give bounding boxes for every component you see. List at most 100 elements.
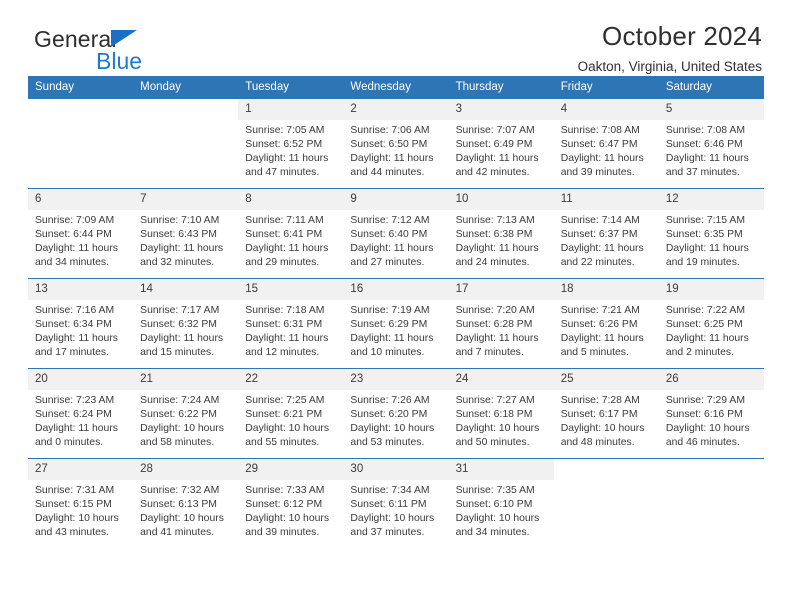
calendar-day-cell[interactable]: 6 Sunrise: 7:09 AM Sunset: 6:44 PM Daylight… (28, 188, 134, 279)
calendar-day-cell[interactable]: 15 Sunrise: 7:18 AM Sunset: 6:31 PM Dayligh… (238, 278, 344, 369)
calendar-day-cell[interactable]: 21 Sunrise: 7:24 AM Sunset: 6:22 PM Dayligh… (133, 368, 239, 459)
calendar-day-cell[interactable]: 2 Sunrise: 7:06 AM Sunset: 6:50 PM Daylight… (343, 99, 449, 189)
day-number: 30 (343, 459, 449, 480)
calendar-day-cell[interactable]: 4 Sunrise: 7:08 AM Sunset: 6:47 PM Daylight… (553, 99, 659, 189)
sunset-time: Sunset: 6:12 PM (245, 499, 323, 511)
sunset-time: Sunset: 6:26 PM (560, 319, 638, 331)
day-number: 10 (448, 189, 554, 210)
day-content: 16 Sunrise: 7:19 AM Sunset: 6:29 PM Dayligh… (343, 279, 449, 368)
daylight-duration: Daylight: 10 hours and 43 minutes. (35, 513, 119, 539)
sunset-time: Sunset: 6:21 PM (245, 409, 323, 421)
day-content: 11 Sunrise: 7:14 AM Sunset: 6:37 PM Dayligh… (553, 189, 659, 278)
general-blue-logo[interactable]: General Blue (34, 26, 234, 78)
day-content: 22 Sunrise: 7:25 AM Sunset: 6:21 PM Dayligh… (238, 369, 344, 458)
daylight-duration: Daylight: 11 hours and 22 minutes. (560, 243, 644, 269)
sun-times: Sunrise: 7:09 AM Sunset: 6:44 PM Daylight:… (28, 210, 133, 270)
calendar-day-cell[interactable]: 14 Sunrise: 7:17 AM Sunset: 6:32 PM Dayligh… (133, 278, 239, 369)
sunset-time: Sunset: 6:49 PM (455, 139, 533, 151)
sun-times: Sunrise: 7:21 AM Sunset: 6:26 PM Daylight:… (554, 300, 659, 360)
sunrise-time: Sunrise: 7:07 AM (455, 125, 535, 136)
sun-times: Sunrise: 7:33 AM Sunset: 6:12 PM Daylight:… (238, 480, 343, 540)
daylight-duration: Daylight: 11 hours and 24 minutes. (455, 243, 539, 269)
calendar-page: General Blue October 2024 Oakton, Virgin… (0, 0, 792, 612)
sunset-time: Sunset: 6:25 PM (665, 319, 743, 331)
day-number: 20 (28, 369, 134, 390)
calendar-day-cell[interactable]: 18 Sunrise: 7:21 AM Sunset: 6:26 PM Dayligh… (553, 278, 659, 369)
logo-text-blue: Blue (96, 48, 143, 74)
calendar-week-row: 1 Sunrise: 7:05 AM Sunset: 6:52 PM Daylight… (28, 99, 764, 189)
sunrise-time: Sunrise: 7:34 AM (350, 485, 430, 496)
calendar-day-cell[interactable]: 19 Sunrise: 7:22 AM Sunset: 6:25 PM Dayligh… (658, 278, 764, 369)
empty-day (28, 99, 133, 188)
sunset-time: Sunset: 6:28 PM (455, 319, 533, 331)
calendar-day-cell[interactable]: 30 Sunrise: 7:34 AM Sunset: 6:11 PM Dayligh… (343, 458, 449, 548)
sun-times: Sunrise: 7:16 AM Sunset: 6:34 PM Daylight:… (28, 300, 133, 360)
day-content: 6 Sunrise: 7:09 AM Sunset: 6:44 PM Daylight… (28, 189, 134, 278)
day-content: 31 Sunrise: 7:35 AM Sunset: 6:10 PM Dayligh… (448, 459, 554, 548)
daylight-duration: Daylight: 10 hours and 34 minutes. (455, 513, 540, 539)
daylight-duration: Daylight: 11 hours and 34 minutes. (35, 243, 118, 269)
sunset-time: Sunset: 6:52 PM (245, 139, 323, 151)
day-content: 7 Sunrise: 7:10 AM Sunset: 6:43 PM Daylight… (133, 189, 239, 278)
sun-times: Sunrise: 7:15 AM Sunset: 6:35 PM Daylight:… (659, 210, 764, 270)
calendar-day-cell[interactable]: 3 Sunrise: 7:07 AM Sunset: 6:49 PM Daylight… (448, 99, 554, 189)
calendar-day-cell[interactable]: 8 Sunrise: 7:11 AM Sunset: 6:41 PM Daylight… (238, 188, 344, 279)
day-number: 13 (28, 279, 134, 300)
calendar-day-cell (28, 99, 133, 189)
weekday-header-friday: Friday (553, 76, 659, 99)
sun-times: Sunrise: 7:34 AM Sunset: 6:11 PM Daylight:… (343, 480, 448, 540)
day-content: 15 Sunrise: 7:18 AM Sunset: 6:31 PM Dayligh… (238, 279, 344, 368)
calendar-day-cell[interactable]: 22 Sunrise: 7:25 AM Sunset: 6:21 PM Dayligh… (238, 368, 344, 459)
sunrise-sunset-calendar: Sunday Monday Tuesday Wednesday Thursday… (28, 76, 764, 548)
sun-times: Sunrise: 7:28 AM Sunset: 6:17 PM Daylight:… (554, 390, 659, 450)
calendar-day-cell[interactable]: 9 Sunrise: 7:12 AM Sunset: 6:40 PM Daylight… (343, 188, 449, 279)
daylight-duration: Daylight: 11 hours and 37 minutes. (665, 153, 749, 179)
calendar-day-cell[interactable]: 1 Sunrise: 7:05 AM Sunset: 6:52 PM Daylight… (238, 99, 344, 189)
calendar-day-cell[interactable]: 24 Sunrise: 7:27 AM Sunset: 6:18 PM Dayligh… (448, 368, 554, 459)
day-number: 16 (343, 279, 449, 300)
sun-times: Sunrise: 7:10 AM Sunset: 6:43 PM Daylight:… (133, 210, 238, 270)
calendar-day-cell[interactable]: 7 Sunrise: 7:10 AM Sunset: 6:43 PM Daylight… (133, 188, 239, 279)
calendar-day-cell[interactable]: 26 Sunrise: 7:29 AM Sunset: 6:16 PM Dayligh… (658, 368, 764, 459)
calendar-day-cell[interactable]: 10 Sunrise: 7:13 AM Sunset: 6:38 PM Dayligh… (448, 188, 554, 279)
calendar-day-cell[interactable]: 28 Sunrise: 7:32 AM Sunset: 6:13 PM Dayligh… (133, 458, 239, 548)
calendar-day-cell[interactable]: 27 Sunrise: 7:31 AM Sunset: 6:15 PM Dayligh… (28, 458, 134, 548)
sunset-time: Sunset: 6:44 PM (35, 229, 112, 241)
daylight-duration: Daylight: 10 hours and 53 minutes. (350, 423, 435, 449)
calendar-day-cell[interactable]: 11 Sunrise: 7:14 AM Sunset: 6:37 PM Dayligh… (553, 188, 659, 279)
sunset-time: Sunset: 6:17 PM (560, 409, 638, 421)
day-number (659, 459, 764, 480)
sunrise-time: Sunrise: 7:35 AM (455, 485, 535, 496)
daylight-duration: Daylight: 10 hours and 50 minutes. (455, 423, 540, 449)
day-content: 8 Sunrise: 7:11 AM Sunset: 6:41 PM Daylight… (238, 189, 344, 278)
calendar-day-cell[interactable]: 12 Sunrise: 7:15 AM Sunset: 6:35 PM Dayligh… (658, 188, 764, 279)
day-number: 11 (553, 189, 659, 210)
sun-times: Sunrise: 7:29 AM Sunset: 6:16 PM Daylight:… (659, 390, 764, 450)
calendar-day-cell[interactable]: 20 Sunrise: 7:23 AM Sunset: 6:24 PM Dayligh… (28, 368, 134, 459)
sunset-time: Sunset: 6:43 PM (140, 229, 217, 241)
calendar-day-cell[interactable]: 17 Sunrise: 7:20 AM Sunset: 6:28 PM Dayligh… (448, 278, 554, 369)
page-title: October 2024 (602, 21, 762, 51)
calendar-day-cell[interactable]: 16 Sunrise: 7:19 AM Sunset: 6:29 PM Dayligh… (343, 278, 449, 369)
calendar-week-row: 6 Sunrise: 7:09 AM Sunset: 6:44 PM Daylight… (28, 188, 764, 279)
sun-times: Sunrise: 7:08 AM Sunset: 6:46 PM Daylight:… (659, 120, 764, 180)
sunset-time: Sunset: 6:31 PM (245, 319, 323, 331)
calendar-day-cell[interactable]: 5 Sunrise: 7:08 AM Sunset: 6:46 PM Daylight… (658, 99, 764, 189)
day-content: 13 Sunrise: 7:16 AM Sunset: 6:34 PM Dayligh… (28, 279, 134, 368)
sunrise-time: Sunrise: 7:14 AM (560, 215, 640, 226)
day-number (133, 99, 238, 120)
calendar-day-cell[interactable]: 23 Sunrise: 7:26 AM Sunset: 6:20 PM Dayligh… (343, 368, 449, 459)
day-content: 5 Sunrise: 7:08 AM Sunset: 6:46 PM Daylight… (658, 99, 764, 188)
calendar-day-cell[interactable]: 25 Sunrise: 7:28 AM Sunset: 6:17 PM Dayligh… (553, 368, 659, 459)
sunrise-time: Sunrise: 7:09 AM (35, 215, 115, 226)
calendar-day-cell[interactable]: 29 Sunrise: 7:33 AM Sunset: 6:12 PM Dayligh… (238, 458, 344, 548)
sun-times: Sunrise: 7:26 AM Sunset: 6:20 PM Daylight:… (343, 390, 448, 450)
day-number: 14 (133, 279, 239, 300)
calendar-day-cell[interactable]: 31 Sunrise: 7:35 AM Sunset: 6:10 PM Dayligh… (448, 458, 554, 548)
calendar-day-cell (133, 99, 238, 189)
sun-times: Sunrise: 7:13 AM Sunset: 6:38 PM Daylight:… (449, 210, 554, 270)
calendar-day-cell[interactable]: 13 Sunrise: 7:16 AM Sunset: 6:34 PM Dayligh… (28, 278, 134, 369)
sunset-time: Sunset: 6:34 PM (35, 319, 112, 331)
daylight-duration: Daylight: 11 hours and 0 minutes. (35, 423, 118, 449)
calendar-week-row: 13 Sunrise: 7:16 AM Sunset: 6:34 PM Dayligh… (28, 278, 764, 369)
